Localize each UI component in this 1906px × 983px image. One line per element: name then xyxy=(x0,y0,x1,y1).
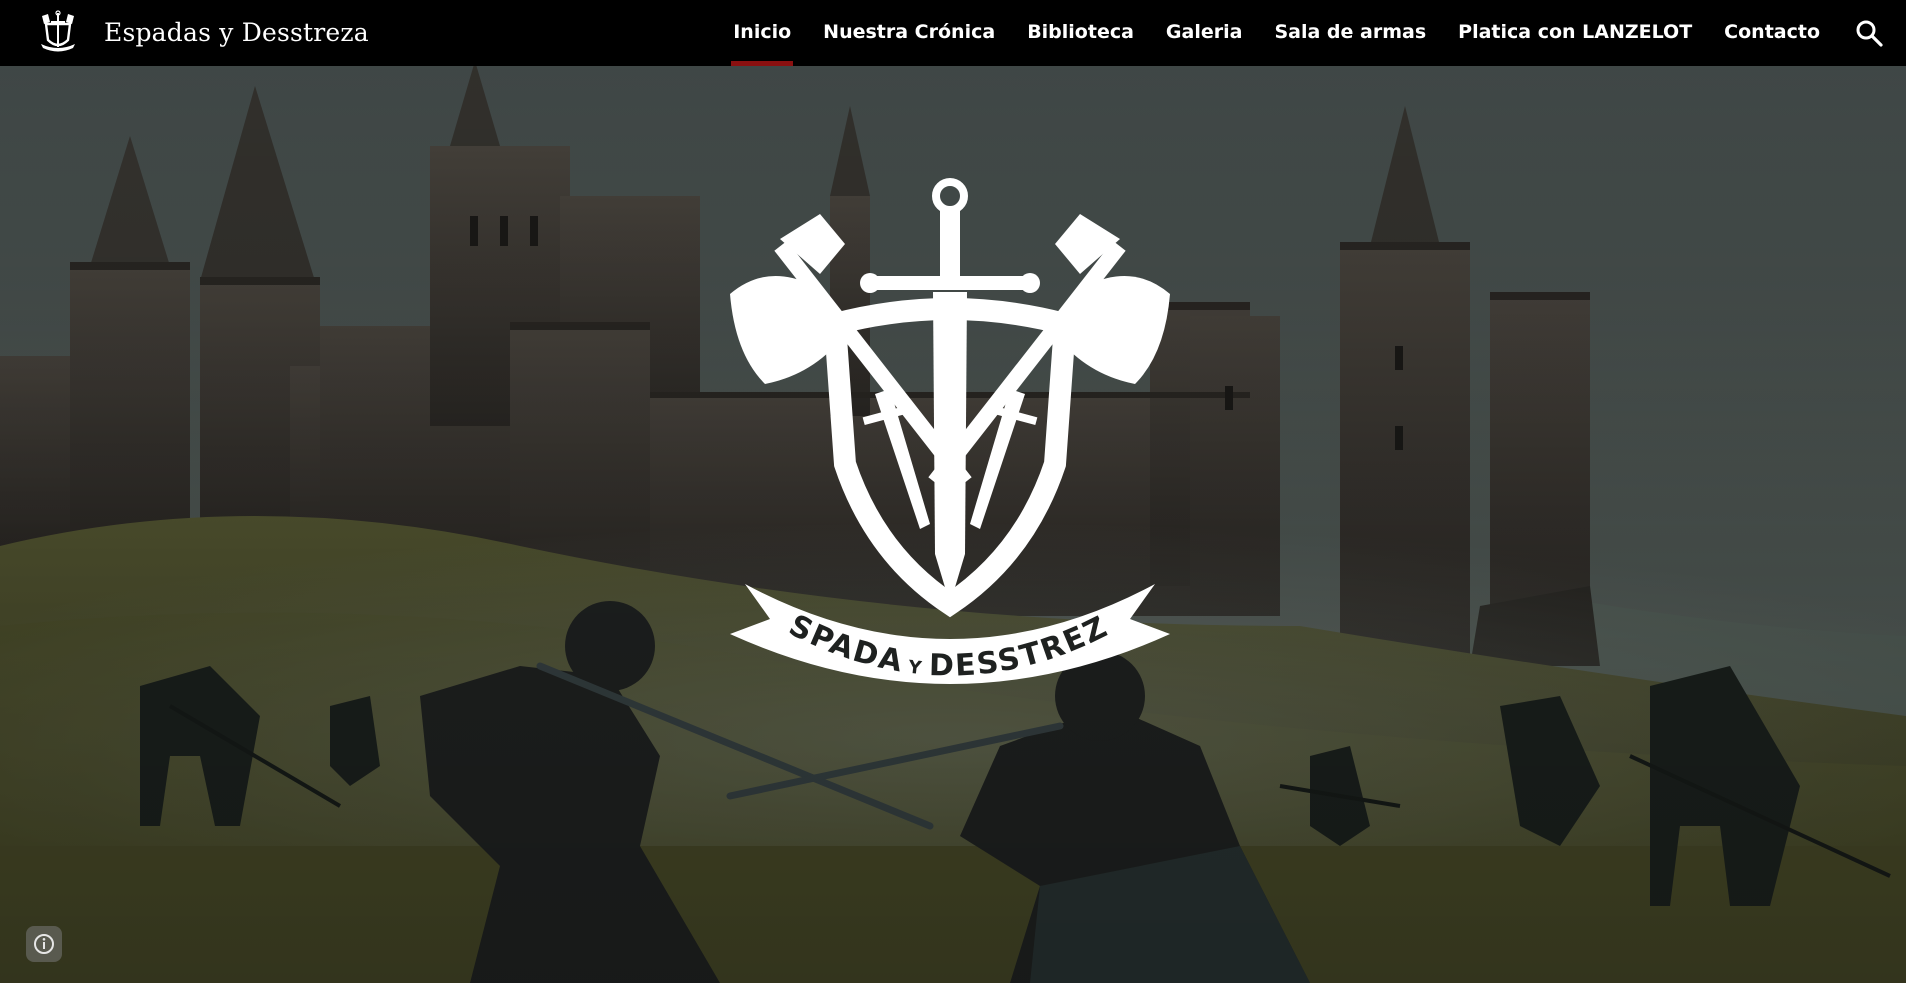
crest-motto: ESPADAYDESSTREZA xyxy=(725,174,1114,684)
crest-word-2: DESSTREZA xyxy=(725,174,1114,684)
crest-word-1: ESPADA xyxy=(725,174,907,680)
crest-connector: Y xyxy=(906,657,924,680)
site-title: Espadas y Desstreza xyxy=(104,17,369,47)
nav-item-inicio[interactable]: Inicio xyxy=(717,0,807,66)
nav-item-platica-con-lanzelot[interactable]: Platica con LANZELOT xyxy=(1442,0,1708,66)
site-brand[interactable]: Espadas y Desstreza xyxy=(36,10,369,54)
nav-item-nuestra-cronica[interactable]: Nuestra Crónica xyxy=(807,0,1011,66)
nav-item-contacto[interactable]: Contacto xyxy=(1708,0,1836,66)
search-icon[interactable] xyxy=(1854,18,1884,48)
nav-item-biblioteca[interactable]: Biblioteca xyxy=(1011,0,1150,66)
hero-banner: ESPADAYDESSTREZA xyxy=(0,66,1906,983)
crest-icon xyxy=(41,10,75,52)
nav-item-sala-de-armas[interactable]: Sala de armas xyxy=(1258,0,1442,66)
nav-item-galeria[interactable]: Galeria xyxy=(1150,0,1259,66)
main-menu: Inicio Nuestra Crónica Biblioteca Galeri… xyxy=(717,0,1836,66)
info-button[interactable] xyxy=(26,926,62,962)
info-icon xyxy=(34,934,54,954)
svg-text:ESPADAYDESSTREZA: ESPADAYDESSTREZA xyxy=(725,174,1114,684)
top-navigation-bar: Espadas y Desstreza Inicio Nuestra Cróni… xyxy=(0,0,1906,66)
